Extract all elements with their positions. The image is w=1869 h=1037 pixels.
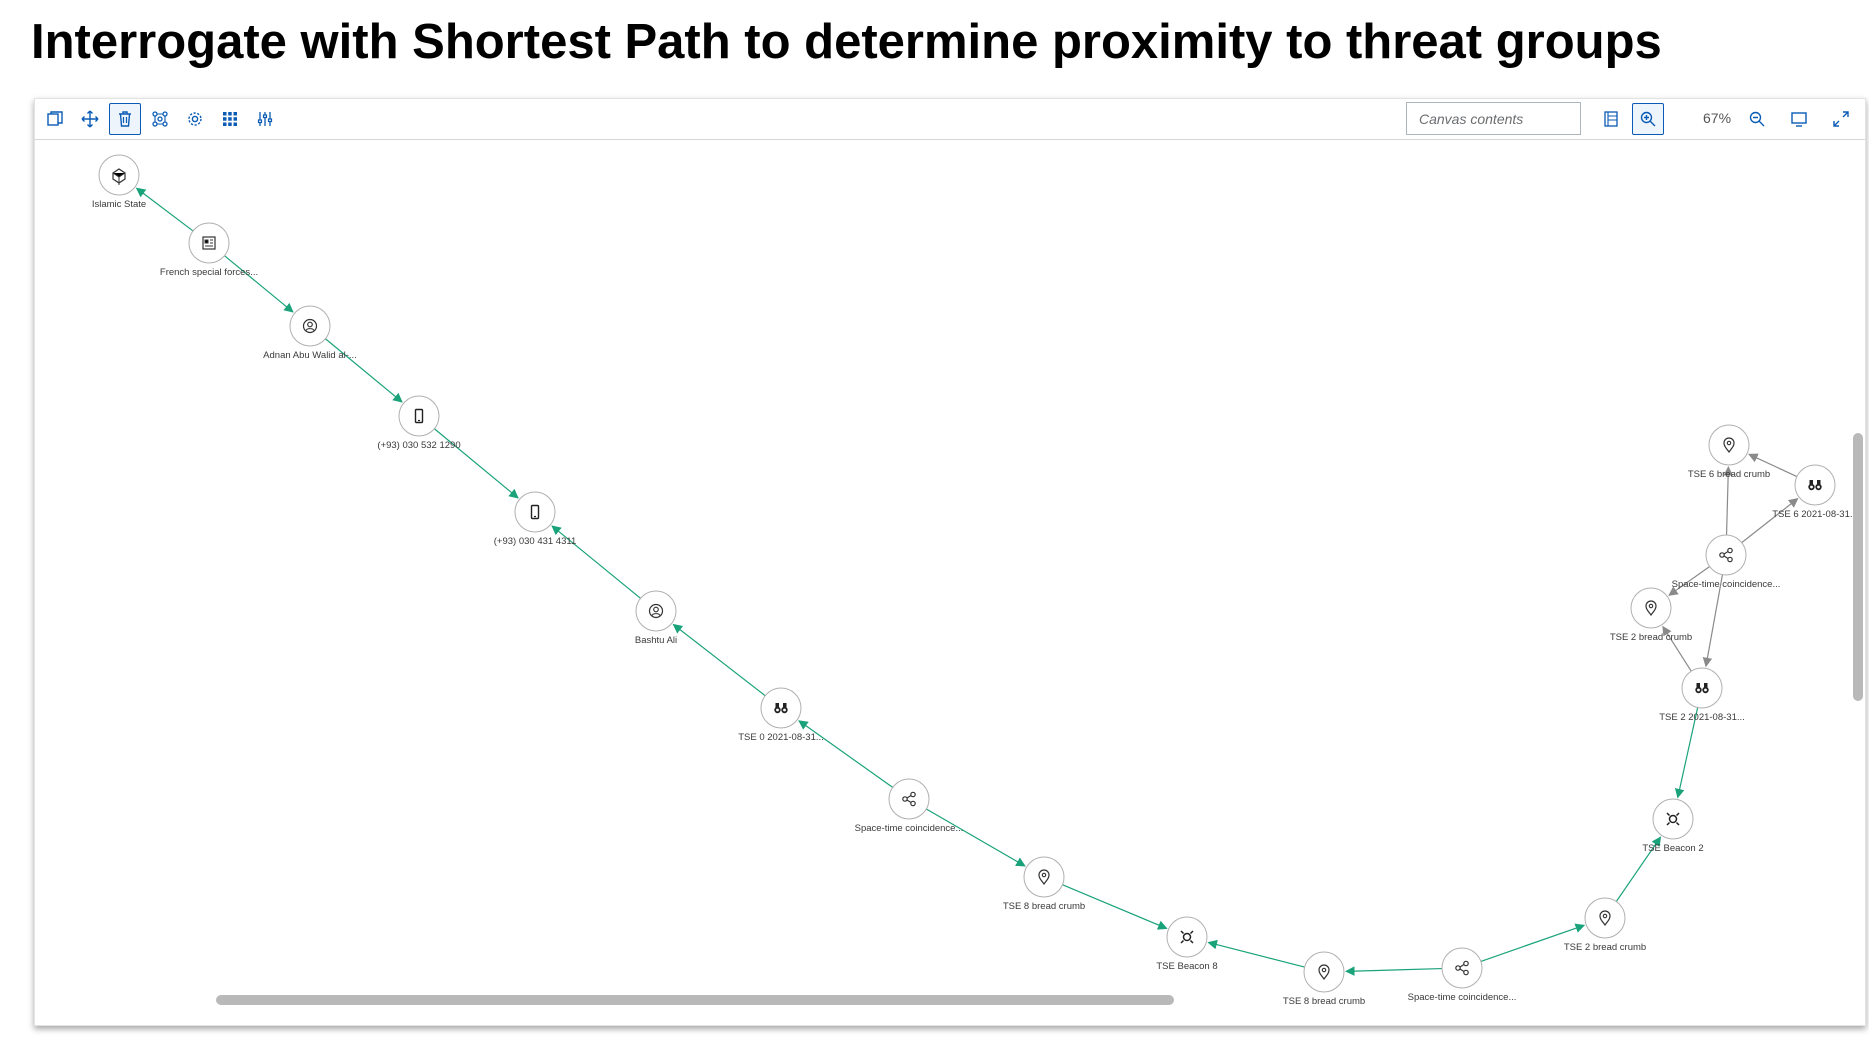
node-circle[interactable] bbox=[1794, 464, 1836, 506]
node-label: TSE 2 bread crumb bbox=[1610, 632, 1692, 643]
node-label: TSE Beacon 2 bbox=[1642, 843, 1703, 854]
node-label: (+93) 030 431 4311 bbox=[494, 536, 577, 547]
edge-n7-n6[interactable] bbox=[672, 623, 766, 697]
node-label: TSE 2 2021-08-31... bbox=[1659, 712, 1745, 723]
node-label: Bashtu Ali bbox=[635, 635, 677, 646]
edge-n8-n9[interactable] bbox=[926, 808, 1026, 867]
relationship-graph[interactable]: Islamic State French special forces... Adn… bbox=[35, 99, 1865, 1025]
graph-node[interactable]: Space-time coincidence... bbox=[855, 778, 964, 834]
graph-node[interactable]: TSE Beacon 8 bbox=[1156, 916, 1218, 972]
node-circle[interactable] bbox=[1166, 916, 1208, 958]
edge-n17-n19[interactable] bbox=[1741, 498, 1799, 544]
edge-n8-n7[interactable] bbox=[798, 720, 894, 788]
graph-node[interactable]: TSE 0 2021-08-31... bbox=[738, 687, 824, 743]
graph-node[interactable]: Space-time coincidence... bbox=[1672, 534, 1781, 590]
node-label: Space-time coincidence... bbox=[855, 823, 964, 834]
node-label: TSE 8 bread crumb bbox=[1003, 901, 1085, 912]
node-label: TSE 8 bread crumb bbox=[1283, 996, 1365, 1007]
node-label: Space-time coincidence... bbox=[1672, 579, 1781, 590]
node-circle[interactable] bbox=[1681, 667, 1723, 709]
edge-n2-n3[interactable] bbox=[224, 255, 294, 313]
graph-node[interactable]: (+93) 030 431 4311 bbox=[494, 491, 577, 547]
graph-node[interactable]: TSE 6 bread crumb bbox=[1688, 424, 1770, 480]
node-circle[interactable] bbox=[188, 222, 230, 264]
node-circle[interactable] bbox=[1652, 798, 1694, 840]
edge-n11-n10[interactable] bbox=[1207, 939, 1305, 968]
graph-canvas-panel[interactable]: 67% Islamic StateFrench special forces..… bbox=[34, 98, 1866, 1026]
node-label: TSE 0 2021-08-31... bbox=[738, 732, 824, 743]
page-title: Interrogate with Shortest Path to determ… bbox=[31, 15, 1662, 69]
node-label: TSE 6 bread crumb bbox=[1688, 469, 1770, 480]
graph-node[interactable]: TSE 8 bread crumb bbox=[1003, 856, 1085, 912]
node-circle[interactable] bbox=[635, 590, 677, 632]
node-label: (+93) 030 532 1290 bbox=[377, 440, 460, 451]
graph-node[interactable]: (+93) 030 532 1290 bbox=[377, 395, 461, 451]
vertical-scrollbar[interactable] bbox=[1853, 433, 1863, 701]
node-label: Islamic State bbox=[92, 199, 146, 210]
edge-n3-n4[interactable] bbox=[325, 338, 403, 403]
node-circle[interactable] bbox=[760, 687, 802, 729]
node-label: Space-time coincidence... bbox=[1408, 992, 1517, 1003]
graph-node[interactable]: French special forces... bbox=[160, 222, 258, 278]
graph-node[interactable]: Bashtu Ali bbox=[635, 590, 677, 646]
graph-node[interactable]: TSE Beacon 2 bbox=[1642, 798, 1704, 854]
node-label: TSE 6 2021-08-31... bbox=[1772, 509, 1858, 520]
node-circle[interactable] bbox=[514, 491, 556, 533]
node-circle[interactable] bbox=[1441, 947, 1483, 989]
graph-node[interactable]: Space-time coincidence... bbox=[1408, 947, 1517, 1003]
graph-node[interactable]: TSE 2 bread crumb bbox=[1610, 587, 1692, 643]
edge-n12-n11[interactable] bbox=[1345, 966, 1443, 976]
horizontal-scrollbar[interactable] bbox=[216, 995, 1174, 1005]
graph-node[interactable]: TSE 8 bread crumb bbox=[1283, 951, 1365, 1007]
node-label: French special forces... bbox=[160, 267, 258, 278]
graph-node[interactable]: Islamic State bbox=[92, 154, 146, 210]
node-circle[interactable] bbox=[1705, 534, 1747, 576]
node-label: Adnan Abu Walid al-... bbox=[263, 350, 357, 361]
node-circle[interactable] bbox=[888, 778, 930, 820]
graph-node[interactable]: TSE 2 bread crumb bbox=[1564, 897, 1646, 953]
graph-node[interactable]: TSE 6 2021-08-31... bbox=[1772, 464, 1858, 520]
node-label: TSE Beacon 8 bbox=[1156, 961, 1217, 972]
graph-node[interactable]: Adnan Abu Walid al-... bbox=[263, 305, 357, 361]
node-label: TSE 2 bread crumb bbox=[1564, 942, 1646, 953]
node-circle[interactable] bbox=[398, 395, 440, 437]
node-circle[interactable] bbox=[289, 305, 331, 347]
graph-node[interactable]: TSE 2 2021-08-31... bbox=[1659, 667, 1745, 723]
